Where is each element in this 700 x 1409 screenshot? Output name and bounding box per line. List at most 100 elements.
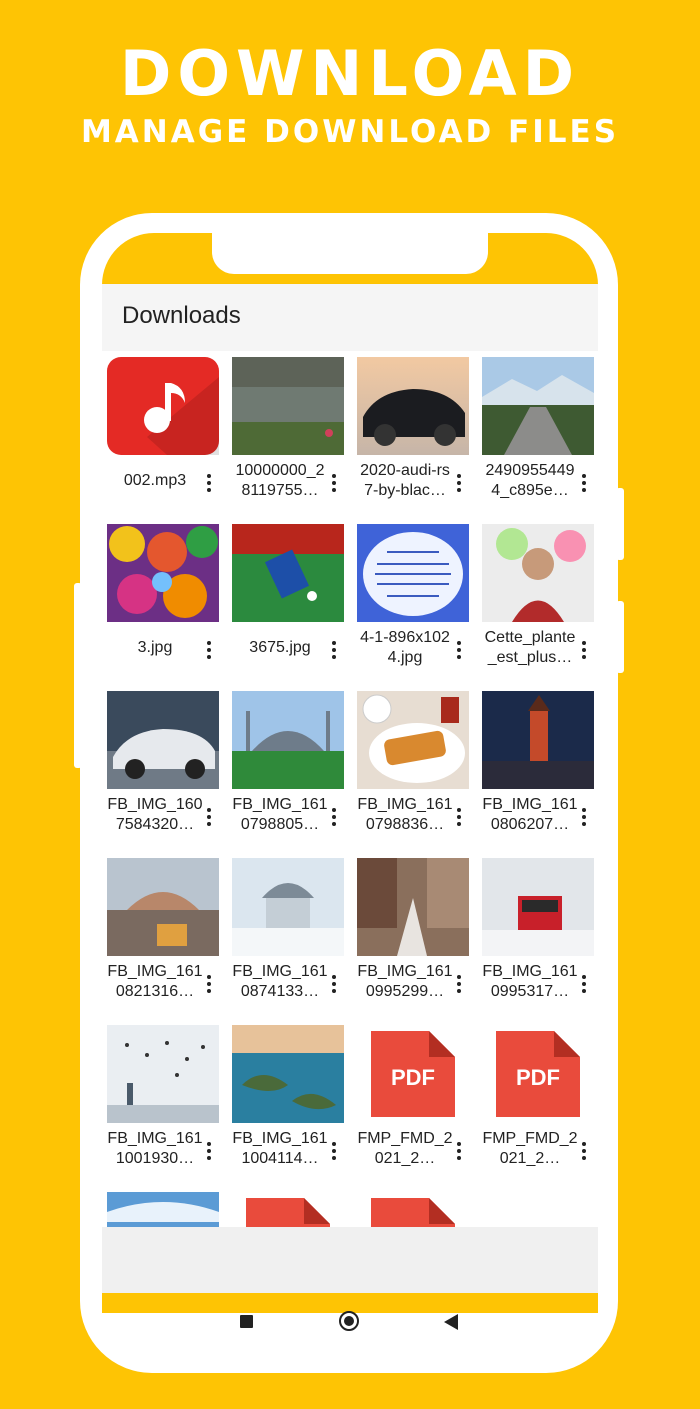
image-thumbnail[interactable] (232, 858, 344, 956)
file-item[interactable]: FB_IMG_1611004114… (232, 1025, 344, 1185)
image-thumbnail[interactable] (482, 858, 594, 956)
image-thumbnail[interactable] (232, 524, 344, 622)
image-thumbnail[interactable] (482, 357, 594, 455)
more-options-icon[interactable] (453, 471, 465, 495)
file-name: FMP_FMD_2021_2… (357, 1130, 453, 1167)
more-options-icon[interactable] (328, 972, 340, 996)
file-item[interactable] (232, 1192, 344, 1227)
file-name: FB_IMG_1610798805… (232, 796, 328, 833)
promo-subtitle: MANAGE DOWNLOAD FILES (80, 114, 620, 150)
app-bar-title: Downloads (122, 302, 241, 329)
image-thumbnail[interactable] (482, 691, 594, 789)
file-item[interactable]: FB_IMG_1610821316… (107, 858, 219, 1018)
pdf-icon[interactable] (357, 1192, 469, 1227)
more-options-icon[interactable] (328, 638, 340, 662)
more-options-icon[interactable] (578, 805, 590, 829)
file-name: 4-1-896x1024.jpg (360, 629, 450, 666)
phone-screen: Downloads 002.mp3 10000000_28119755… 2020-… (102, 233, 598, 1313)
file-name: FB_IMG_1610874133… (232, 963, 328, 1000)
file-name: Cette_plante_est_plus… (484, 629, 576, 666)
more-options-icon[interactable] (578, 972, 590, 996)
file-item[interactable]: FB_IMG_1610995317… (482, 858, 594, 1018)
file-name: 24909554494_c895e… (485, 462, 575, 499)
more-options-icon[interactable] (453, 638, 465, 662)
file-item[interactable]: FB_IMG_1611001930… (107, 1025, 219, 1185)
more-options-icon[interactable] (328, 1139, 340, 1163)
image-thumbnail[interactable] (357, 524, 469, 622)
more-options-icon[interactable] (328, 471, 340, 495)
more-options-icon[interactable] (578, 1139, 590, 1163)
pdf-icon[interactable]: PDF (357, 1025, 469, 1123)
file-name: 10000000_28119755… (235, 462, 325, 499)
file-item[interactable]: FB_IMG_1610798836… (357, 691, 469, 851)
file-name: 3.jpg (137, 639, 173, 656)
home-circle-icon[interactable] (339, 1311, 359, 1331)
more-options-icon[interactable] (203, 972, 215, 996)
pdf-icon[interactable] (232, 1192, 344, 1227)
notch (212, 233, 488, 274)
power-button (616, 601, 624, 673)
app-bar: Downloads (102, 284, 598, 351)
file-item[interactable]: 10000000_28119755… (232, 357, 344, 517)
image-thumbnail[interactable] (107, 524, 219, 622)
more-options-icon[interactable] (453, 1139, 465, 1163)
image-thumbnail[interactable] (482, 524, 594, 622)
navigation-bar (80, 1293, 618, 1353)
pdf-badge-label: PDF (391, 1065, 435, 1090)
music-note-icon[interactable] (107, 357, 219, 455)
pdf-icon[interactable]: PDF (482, 1025, 594, 1123)
more-options-icon[interactable] (453, 972, 465, 996)
more-options-icon[interactable] (578, 471, 590, 495)
file-name: FB_IMG_1610995317… (482, 963, 578, 1000)
file-name: FB_IMG_1607584320… (107, 796, 203, 833)
image-thumbnail[interactable] (232, 1025, 344, 1123)
phone-frame: Downloads 002.mp3 10000000_28119755… 2020-… (74, 213, 624, 1373)
file-item[interactable] (357, 1192, 469, 1227)
image-thumbnail[interactable] (107, 858, 219, 956)
file-name: FB_IMG_1611004114… (232, 1130, 328, 1167)
more-options-icon[interactable] (203, 805, 215, 829)
file-item[interactable]: FB_IMG_1607584320… (107, 691, 219, 851)
file-item[interactable]: FB_IMG_1610798805… (232, 691, 344, 851)
file-item[interactable]: 2020-audi-rs7-by-blac… (357, 357, 469, 517)
more-options-icon[interactable] (203, 471, 215, 495)
file-item[interactable]: 4-1-896x1024.jpg (357, 524, 469, 684)
back-triangle-icon[interactable] (444, 1314, 458, 1330)
image-thumbnail[interactable] (232, 357, 344, 455)
more-options-icon[interactable] (328, 805, 340, 829)
image-thumbnail[interactable] (107, 1025, 219, 1123)
file-item[interactable]: PDF FMP_FMD_2021_2… (357, 1025, 469, 1185)
recents-square-icon[interactable] (240, 1315, 253, 1328)
file-item[interactable]: FB_IMG_1610995299… (357, 858, 469, 1018)
file-item[interactable]: 24909554494_c895e… (482, 357, 594, 517)
file-name: 3675.jpg (249, 639, 311, 656)
image-thumbnail[interactable] (107, 691, 219, 789)
image-thumbnail[interactable] (357, 691, 469, 789)
side-button (74, 583, 82, 768)
file-item[interactable]: PDF FMP_FMD_2021_2… (482, 1025, 594, 1185)
file-name: 2020-audi-rs7-by-blac… (360, 462, 450, 499)
image-thumbnail[interactable] (107, 1192, 219, 1227)
more-options-icon[interactable] (203, 1139, 215, 1163)
file-item[interactable]: 002.mp3 (107, 357, 219, 517)
file-name: FB_IMG_1610821316… (107, 963, 203, 1000)
file-item[interactable]: 3.jpg (107, 524, 219, 684)
file-item[interactable]: FB_IMG_1610874133… (232, 858, 344, 1018)
file-name: 002.mp3 (123, 472, 187, 489)
image-thumbnail[interactable] (357, 357, 469, 455)
pdf-badge-label: PDF (516, 1065, 560, 1090)
image-thumbnail[interactable] (232, 691, 344, 789)
file-item[interactable]: FB_IMG_1610806207… (482, 691, 594, 851)
file-item[interactable] (107, 1192, 219, 1227)
more-options-icon[interactable] (203, 638, 215, 662)
more-options-icon[interactable] (578, 638, 590, 662)
volume-button (616, 488, 624, 560)
more-options-icon[interactable] (453, 805, 465, 829)
image-thumbnail[interactable] (357, 858, 469, 956)
file-item[interactable]: 3675.jpg (232, 524, 344, 684)
file-name: FB_IMG_1611001930… (107, 1130, 203, 1167)
promo-title: DOWNLOAD (119, 37, 581, 110)
file-grid-container[interactable]: 002.mp3 10000000_28119755… 2020-audi-rs7-b… (102, 351, 598, 1227)
file-item[interactable]: Cette_plante_est_plus… (482, 524, 594, 684)
bottom-bar (102, 1227, 598, 1293)
